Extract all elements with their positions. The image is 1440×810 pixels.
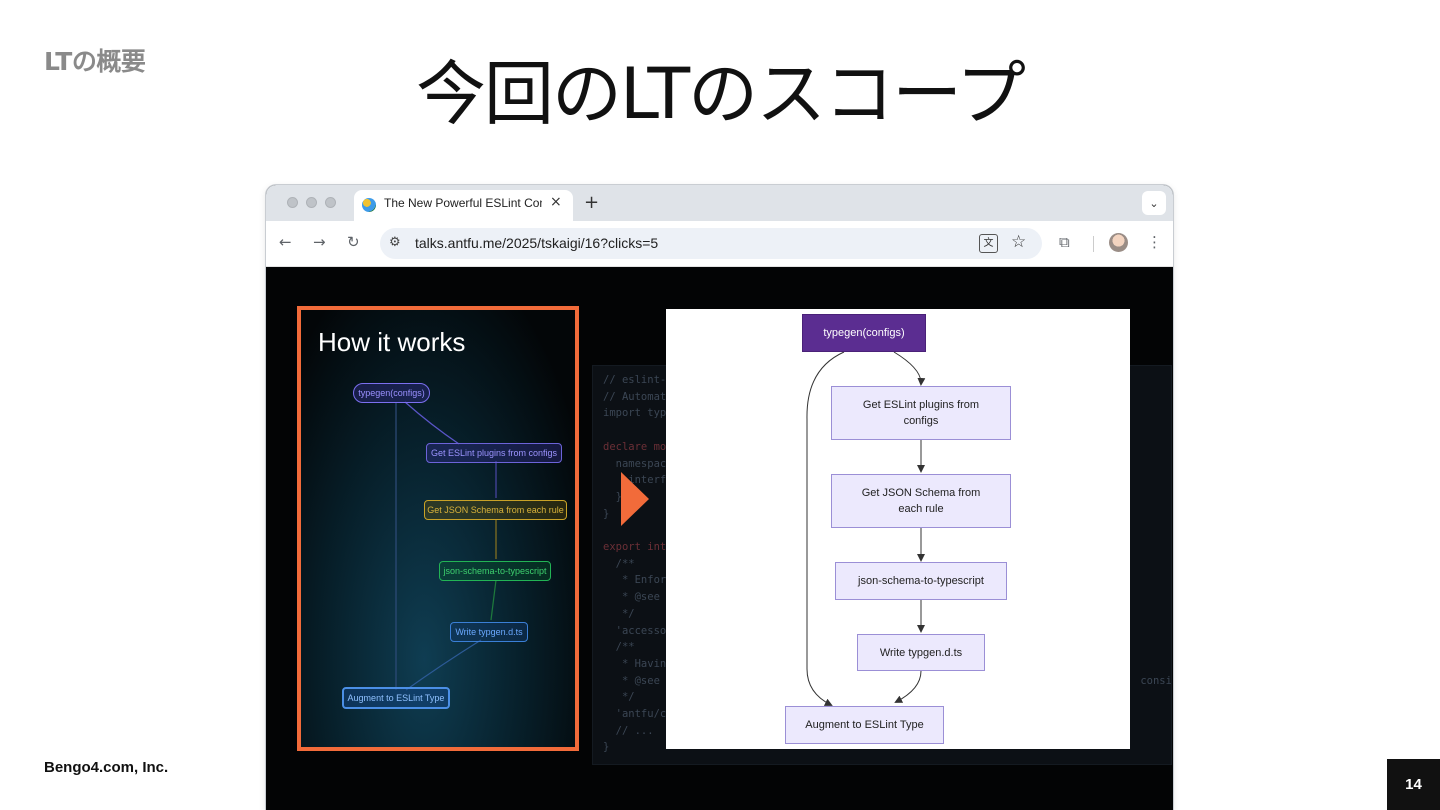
tab-strip: The New Powerful ESLint Config × + ⌄	[266, 185, 1173, 221]
forward-button[interactable]: →	[313, 233, 326, 251]
flow-node-write-dts: Write typgen.d.ts	[857, 634, 985, 671]
back-button[interactable]: ←	[279, 233, 292, 251]
page-number: 14	[1387, 759, 1440, 810]
flow-node-json-to-ts: json-schema-to-typescript	[835, 562, 1007, 600]
extensions-icon[interactable]: ⧉	[1059, 233, 1070, 251]
kebab-menu-icon[interactable]: ⋮	[1147, 233, 1162, 251]
window-minimize-button[interactable]	[306, 197, 317, 208]
tab-title: The New Powerful ESLint Config	[384, 196, 542, 210]
mini-flow-edges	[395, 401, 497, 691]
page-content: // eslint-typegen// Automatically genera…	[266, 267, 1173, 810]
translate-icon[interactable]: 文	[979, 234, 998, 253]
flow-node-json-schema: Get JSON Schema from each rule	[831, 474, 1011, 528]
slide-title: 今回のLTのスコープ	[416, 53, 1026, 135]
mini-node-write-dts: Write typgen.d.ts	[450, 622, 528, 642]
bookmark-star-icon[interactable]: ☆	[1011, 232, 1026, 252]
tab-search-button[interactable]: ⌄	[1142, 191, 1166, 215]
mini-node-json-to-ts: json-schema-to-typescript	[439, 561, 551, 581]
mini-node-typegen: typegen(configs)	[353, 383, 430, 403]
url-text[interactable]: talks.antfu.me/2025/tskaigi/16?clicks=5	[415, 235, 658, 251]
right-arrow-icon	[621, 472, 649, 526]
chevron-down-icon: ⌄	[1149, 196, 1159, 210]
flowchart-edges	[806, 351, 926, 706]
profile-avatar[interactable]	[1109, 233, 1128, 252]
flow-node-plugins: Get ESLint plugins from configs	[831, 386, 1011, 440]
reload-button[interactable]: ↻	[347, 233, 360, 251]
browser-window: The New Powerful ESLint Config × + ⌄ ← →…	[266, 185, 1173, 810]
mini-node-augment: Augment to ESLint Type	[342, 687, 450, 709]
browser-toolbar: ← → ↻ ⚙ talks.antfu.me/2025/tskaigi/16?c…	[266, 221, 1173, 267]
flow-node-augment: Augment to ESLint Type	[785, 706, 944, 744]
close-icon[interactable]: ×	[550, 194, 562, 210]
browser-tab[interactable]: The New Powerful ESLint Config ×	[354, 190, 573, 221]
toolbar-divider	[1093, 236, 1094, 252]
new-tab-button[interactable]: +	[584, 192, 599, 213]
flowchart-diagram: typegen(configs) Get ESLint plugins from…	[666, 309, 1130, 749]
site-settings-icon[interactable]: ⚙	[389, 235, 401, 250]
footer-company: Bengo4.com, Inc.	[44, 759, 169, 776]
window-close-button[interactable]	[287, 197, 298, 208]
globe-icon	[362, 198, 376, 212]
address-bar[interactable]: ⚙ talks.antfu.me/2025/tskaigi/16?clicks=…	[380, 228, 1042, 259]
flow-node-typegen: typegen(configs)	[802, 314, 926, 352]
mini-node-plugins: Get ESLint plugins from configs	[426, 443, 562, 463]
how-it-works-panel: How it works typegen(configs) Get ESLint…	[297, 306, 579, 751]
mini-node-json-schema: Get JSON Schema from each rule	[424, 500, 567, 520]
window-zoom-button[interactable]	[325, 197, 336, 208]
